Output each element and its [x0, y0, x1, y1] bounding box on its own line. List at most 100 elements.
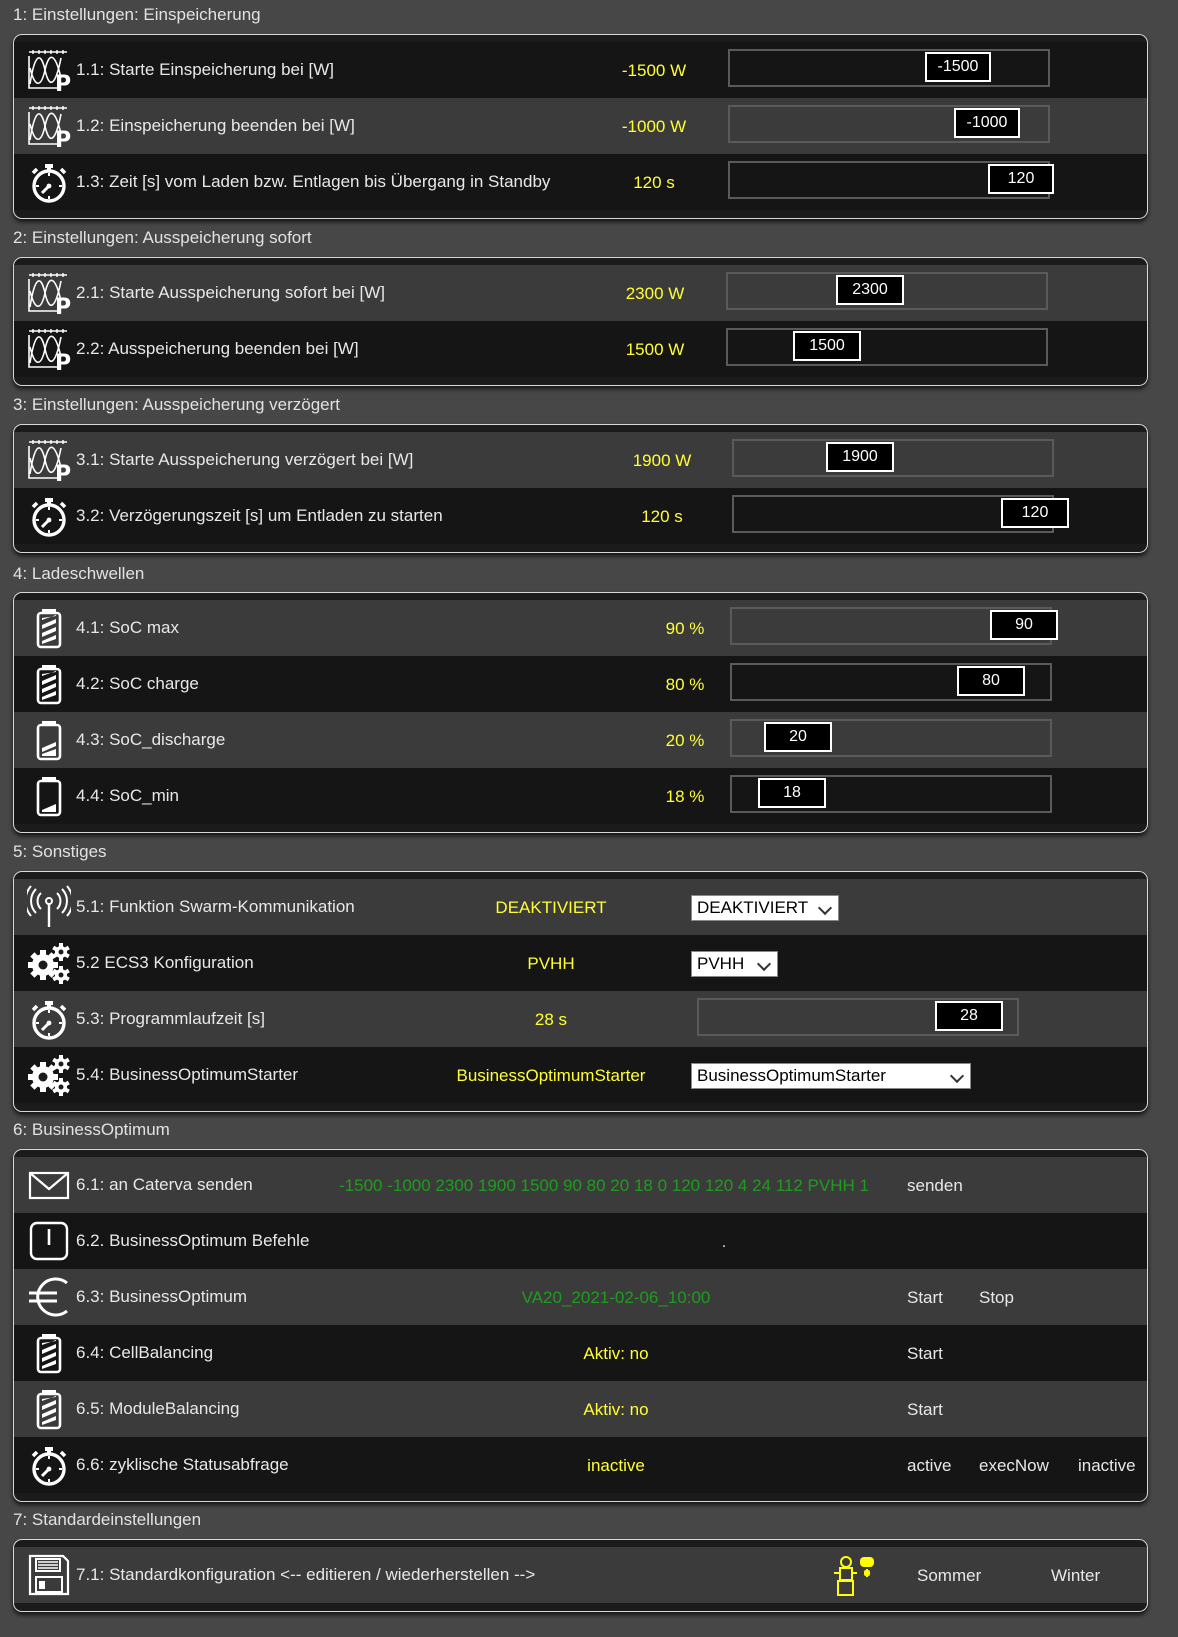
stop-button[interactable]: Stop — [979, 1269, 1014, 1327]
slider-input[interactable]: -1500 — [925, 52, 991, 82]
panel-businessoptimum: 6.1: an Caterva senden -1500 -1000 2300 … — [13, 1149, 1148, 1502]
setting-value: 18 % — [665, 787, 705, 806]
gears-icon — [27, 1053, 71, 1097]
setting-row-5-1: 5.1: Funktion Swarm-Kommunikation DEAKTI… — [14, 879, 1147, 935]
setting-label: 5.2 ECS3 Konfiguration — [76, 953, 254, 972]
start-button[interactable]: Start — [907, 1325, 943, 1383]
antenna-icon — [27, 885, 71, 929]
setting-row-6-3: 6.3: BusinessOptimum VA20_2021-02-06_10:… — [14, 1269, 1147, 1325]
start-button[interactable]: Start — [907, 1381, 943, 1439]
setting-label: 6.4: CellBalancing — [76, 1343, 214, 1362]
setting-value: 1500 W — [625, 340, 685, 359]
setting-label: 1.3: Zeit [s] vom Laden bzw. Entlagen bi… — [76, 172, 551, 191]
panel-ladeschwellen: 4.1: SoC max 90 % 90 4.2: SoC charge 80 … — [13, 592, 1148, 833]
value-slider[interactable]: 120 — [732, 495, 1069, 533]
slider-input[interactable]: 20 — [764, 722, 832, 752]
setting-row-1-2: 1.2: Einspeicherung beenden bei [W] -100… — [14, 98, 1147, 154]
setting-label: 3.1: Starte Ausspeicherung verzögert bei… — [76, 450, 414, 469]
business-optimum-starter-select[interactable]: BusinessOptimumStarter — [691, 1063, 971, 1089]
setting-row-6-2: 6.2. BusinessOptimum Befehle . — [14, 1213, 1147, 1269]
setting-value: 2300 W — [625, 284, 685, 303]
value-slider[interactable]: 2300 — [726, 272, 1048, 310]
value-slider[interactable]: -1000 — [728, 105, 1050, 143]
inactive-button[interactable]: inactive — [1078, 1437, 1136, 1495]
setting-row-6-6: 6.6: zyklische Statusabfrage inactive ac… — [14, 1437, 1147, 1493]
chevron-down-icon — [817, 900, 833, 916]
swarm-select[interactable]: DEAKTIVIERT — [691, 895, 839, 921]
value-slider[interactable]: 28 — [697, 998, 1019, 1036]
value-slider[interactable]: 1900 — [732, 439, 1054, 477]
send-payload-value: -1500 -1000 2300 1900 1500 90 80 20 18 0… — [339, 1176, 869, 1195]
stopwatch-icon — [27, 160, 71, 204]
battery-charge-icon — [27, 662, 71, 706]
battery-discharge-icon — [27, 718, 71, 762]
value-slider[interactable]: -1500 — [728, 49, 1050, 87]
value-slider[interactable]: 1500 — [726, 328, 1048, 366]
stopwatch-icon — [27, 997, 71, 1041]
stopwatch-icon — [27, 1443, 71, 1487]
execnow-button[interactable]: execNow — [979, 1437, 1049, 1495]
value-slider[interactable]: 90 — [730, 607, 1058, 645]
setting-row-5-4: 5.4: BusinessOptimumStarter BusinessOpti… — [14, 1047, 1147, 1103]
power-chart-icon — [27, 271, 71, 315]
setting-value: -1000 W — [621, 117, 687, 136]
setting-row-6-1: 6.1: an Caterva senden -1500 -1000 2300 … — [14, 1157, 1147, 1213]
setting-label: 4.4: SoC_min — [76, 786, 179, 805]
send-button[interactable]: senden — [907, 1157, 963, 1215]
slider-input[interactable]: 1900 — [826, 442, 894, 472]
setting-row-3-1: 3.1: Starte Ausspeicherung verzögert bei… — [14, 432, 1147, 488]
power-chart-icon — [27, 327, 71, 371]
panel-standardeinstellungen: 7.1: Standardkonfiguration <-- editieren… — [13, 1539, 1148, 1612]
summer-winter-icon — [832, 1553, 876, 1597]
start-button[interactable]: Start — [907, 1269, 943, 1327]
section-title-4: 4: Ladeschwellen — [13, 564, 145, 583]
setting-row-2-1: 2.1: Starte Ausspeicherung sofort bei [W… — [14, 265, 1147, 321]
slider-input[interactable]: 90 — [990, 610, 1058, 640]
setting-value: 28 s — [534, 1010, 568, 1029]
setting-label: 6.5: ModuleBalancing — [76, 1399, 240, 1418]
commands-value: . — [721, 1232, 727, 1251]
slider-input[interactable]: 2300 — [836, 275, 904, 305]
sommer-button[interactable]: Sommer — [917, 1547, 981, 1605]
chevron-down-icon — [949, 1068, 965, 1084]
floppy-icon — [27, 1553, 71, 1597]
active-button[interactable]: active — [907, 1437, 951, 1495]
slider-input[interactable]: 28 — [935, 1001, 1003, 1031]
setting-value: PVHH — [527, 954, 575, 973]
section-title-3: 3: Einstellungen: Ausspeicherung verzöge… — [13, 395, 340, 414]
setting-label: 6.6: zyklische Statusabfrage — [76, 1455, 289, 1474]
battery-icon — [27, 1387, 71, 1431]
section-title-2: 2: Einstellungen: Ausspeicherung sofort — [13, 228, 312, 247]
section-title-1: 1: Einstellungen: Einspeicherung — [13, 5, 261, 24]
select-value: PVHH — [697, 954, 745, 973]
chevron-down-icon — [756, 956, 772, 972]
slider-input[interactable]: 1500 — [793, 331, 861, 361]
slider-input[interactable]: 120 — [988, 164, 1054, 194]
setting-label: 4.1: SoC max — [76, 618, 179, 637]
battery-full-icon — [27, 606, 71, 650]
setting-row-7-1: 7.1: Standardkonfiguration <-- editieren… — [14, 1547, 1147, 1603]
value-slider[interactable]: 20 — [730, 719, 1052, 757]
panel-einspeicherung: 1.1: Starte Einspeicherung bei [W] -1500… — [13, 34, 1148, 219]
slider-input[interactable]: 120 — [1001, 498, 1069, 528]
setting-value: 90 % — [665, 619, 705, 638]
power-chart-icon — [27, 438, 71, 482]
section-title-5: 5: Sonstiges — [13, 842, 107, 861]
value-slider[interactable]: 80 — [730, 663, 1052, 701]
setting-row-5-2: 5.2 ECS3 Konfiguration PVHH PVHH — [14, 935, 1147, 991]
setting-row-4-1: 4.1: SoC max 90 % 90 — [14, 600, 1147, 656]
value-slider[interactable]: 120 — [728, 161, 1054, 199]
value-slider[interactable]: 18 — [730, 775, 1052, 813]
panel-ausspeicherung-verzoegert: 3.1: Starte Ausspeicherung verzögert bei… — [13, 424, 1148, 553]
slider-input[interactable]: -1000 — [954, 108, 1020, 138]
slider-input[interactable]: 80 — [957, 666, 1025, 696]
ecs3-config-select[interactable]: PVHH — [691, 951, 778, 977]
winter-button[interactable]: Winter — [1051, 1547, 1100, 1605]
setting-row-6-5: 6.5: ModuleBalancing Aktiv: no Start — [14, 1381, 1147, 1437]
section-title-6: 6: BusinessOptimum — [13, 1120, 170, 1139]
setting-label: 5.3: Programmlaufzeit [s] — [76, 1009, 265, 1028]
slider-input[interactable]: 18 — [758, 778, 826, 808]
setting-row-2-2: 2.2: Ausspeicherung beenden bei [W] 1500… — [14, 321, 1147, 377]
setting-value: 20 % — [665, 731, 705, 750]
select-value: DEAKTIVIERT — [697, 898, 809, 917]
